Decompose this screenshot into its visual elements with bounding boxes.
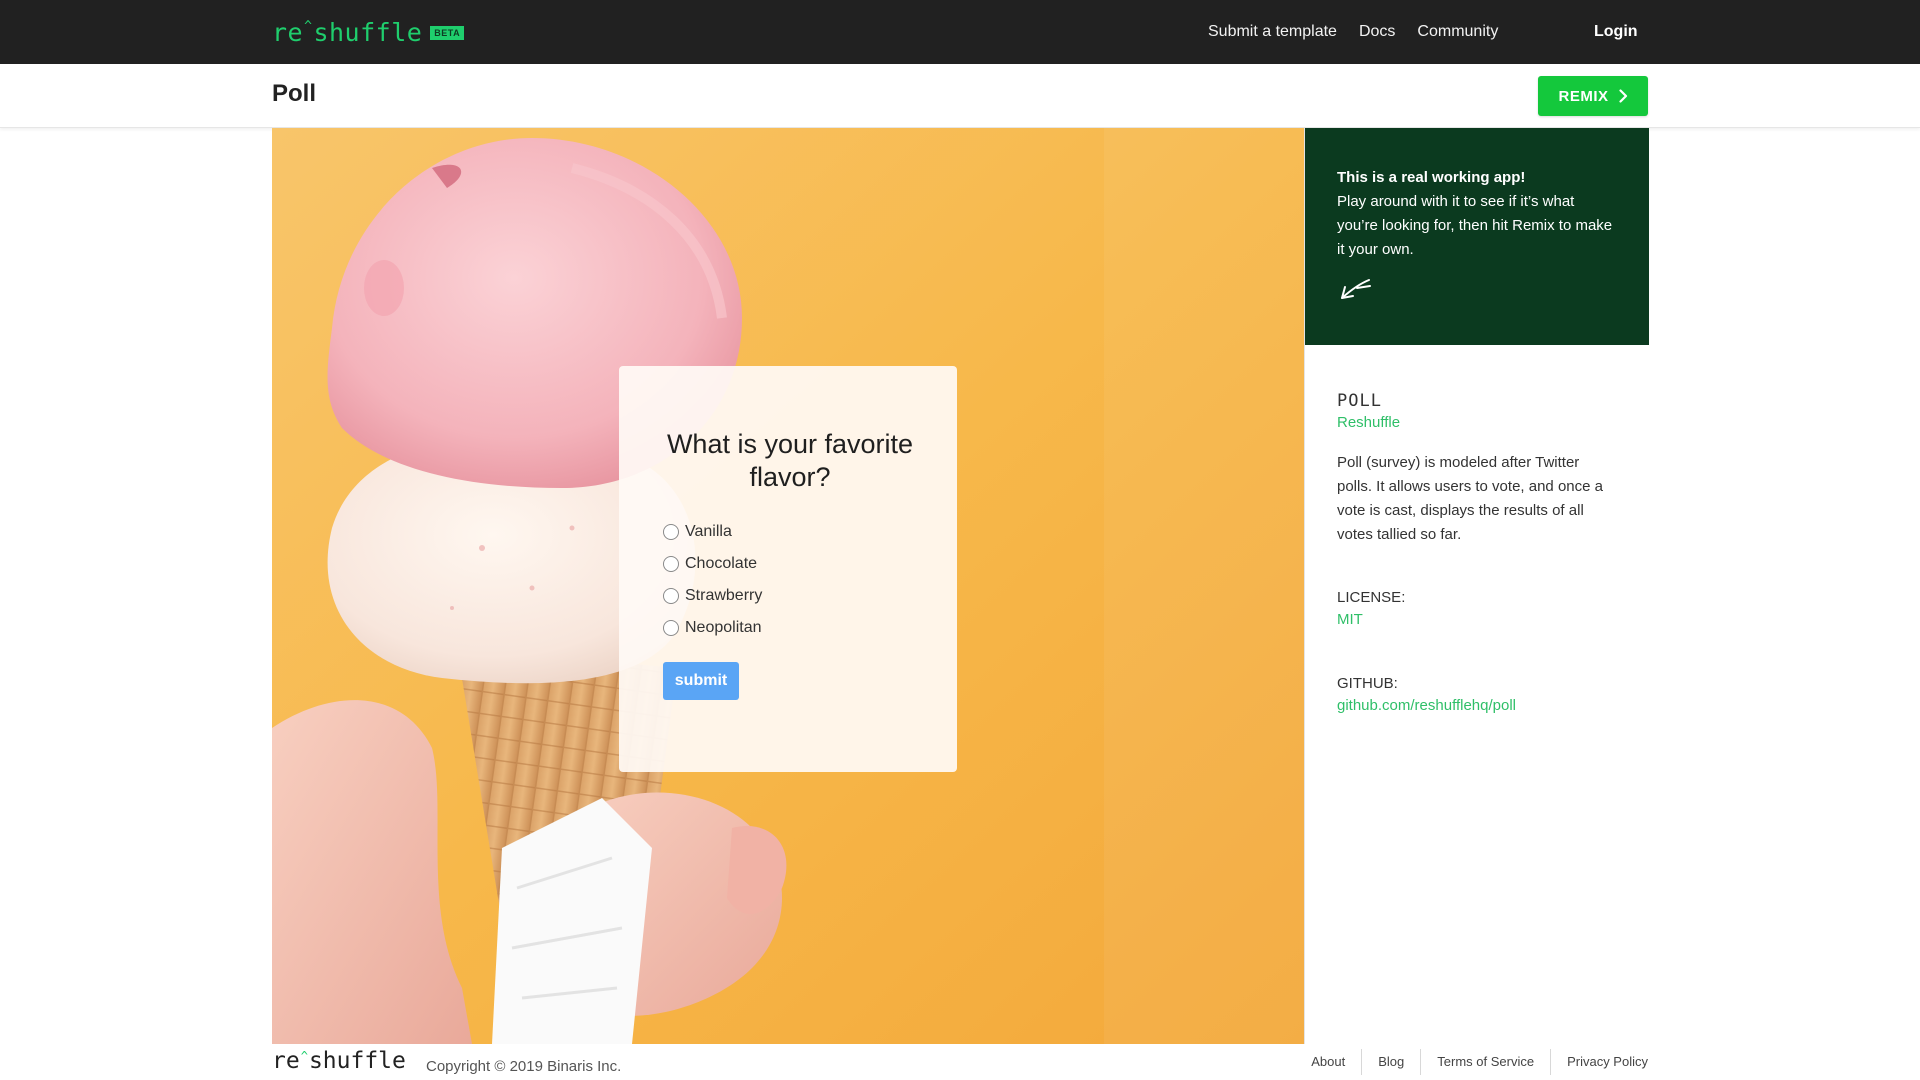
template-info: POLL Reshuffle Poll (survey) is modeled … bbox=[1305, 345, 1648, 717]
page-header: Poll REMIX bbox=[0, 64, 1920, 128]
license-label: LICENSE: bbox=[1337, 589, 1406, 606]
footer-logo-text-shuffle: shuffle bbox=[308, 1048, 406, 1074]
github-link[interactable]: github.com/reshufflehq/poll bbox=[1337, 695, 1516, 717]
radio-button[interactable] bbox=[663, 588, 679, 604]
remix-button[interactable]: REMIX bbox=[1538, 76, 1648, 116]
logo-text-shuffle: shuffle bbox=[313, 18, 423, 47]
footer-link-blog[interactable]: Blog bbox=[1361, 1049, 1420, 1075]
beta-badge: BETA bbox=[430, 25, 465, 40]
poll-card: What is your favorite flavor? Vanilla Ch… bbox=[619, 366, 957, 772]
nav-links: Submit a template Docs Community bbox=[1208, 0, 1520, 64]
logo-caret: ^ bbox=[304, 19, 313, 34]
option-label: Strawberry bbox=[685, 587, 763, 604]
login-link[interactable]: Login bbox=[1594, 0, 1638, 64]
remix-button-label: REMIX bbox=[1558, 87, 1609, 105]
template-author-link[interactable]: Reshuffle bbox=[1337, 414, 1400, 431]
poll-option-vanilla[interactable]: Vanilla bbox=[663, 516, 917, 548]
reshuffle-logo[interactable]: re ^ shuffle BETA bbox=[272, 18, 465, 47]
radio-button[interactable] bbox=[663, 524, 679, 540]
license-link[interactable]: MIT bbox=[1337, 609, 1363, 631]
nav-link-community[interactable]: Community bbox=[1417, 23, 1498, 41]
radio-button[interactable] bbox=[663, 620, 679, 636]
footer-links: About Blog Terms of Service Privacy Poli… bbox=[1295, 1048, 1648, 1076]
poll-option-strawberry[interactable]: Strawberry bbox=[663, 580, 917, 612]
footer-logo-text-re: re bbox=[272, 1048, 300, 1074]
poll-question: What is your favorite flavor? bbox=[666, 429, 914, 492]
option-label: Vanilla bbox=[685, 523, 732, 540]
working-app-callout: This is a real working app! Play around … bbox=[1305, 128, 1649, 345]
footer-link-about[interactable]: About bbox=[1295, 1049, 1361, 1075]
template-name: POLL bbox=[1337, 391, 1382, 411]
poll-option-chocolate[interactable]: Chocolate bbox=[663, 548, 917, 580]
chevron-right-icon bbox=[1618, 89, 1627, 103]
template-description: Poll (survey) is modeled after Twitter p… bbox=[1337, 454, 1603, 543]
footer-link-terms[interactable]: Terms of Service bbox=[1420, 1049, 1550, 1075]
footer-logo-caret: ^ bbox=[300, 1049, 308, 1063]
arrow-down-left-icon bbox=[1341, 279, 1371, 299]
option-label: Chocolate bbox=[685, 555, 758, 572]
copyright-text: Copyright © 2019 Binaris Inc. bbox=[426, 1058, 622, 1075]
github-label: GITHUB: bbox=[1337, 675, 1398, 692]
radio-button[interactable] bbox=[663, 556, 679, 572]
footer-link-privacy[interactable]: Privacy Policy bbox=[1550, 1049, 1648, 1075]
nav-link-docs[interactable]: Docs bbox=[1359, 23, 1395, 41]
poll-option-neopolitan[interactable]: Neopolitan bbox=[663, 612, 917, 644]
top-navbar: re ^ shuffle BETA Submit a template Docs C… bbox=[0, 0, 1920, 64]
option-label: Neopolitan bbox=[685, 619, 762, 636]
template-sidebar: This is a real working app! Play around … bbox=[1304, 128, 1649, 1044]
footer: re ^ shuffle Copyright © 2019 Binaris Inc.… bbox=[0, 1044, 1920, 1080]
footer-logo[interactable]: re ^ shuffle bbox=[272, 1048, 406, 1074]
app-preview: What is your favorite flavor? Vanilla Ch… bbox=[272, 128, 1304, 1044]
callout-title: This is a real working app! bbox=[1337, 169, 1526, 186]
logo-text-re: re bbox=[272, 18, 304, 47]
nav-link-submit-template[interactable]: Submit a template bbox=[1208, 23, 1337, 41]
page-title: Poll bbox=[272, 80, 317, 107]
callout-body: Play around with it to see if it’s what … bbox=[1337, 193, 1613, 258]
poll-submit-button[interactable]: submit bbox=[663, 662, 739, 700]
